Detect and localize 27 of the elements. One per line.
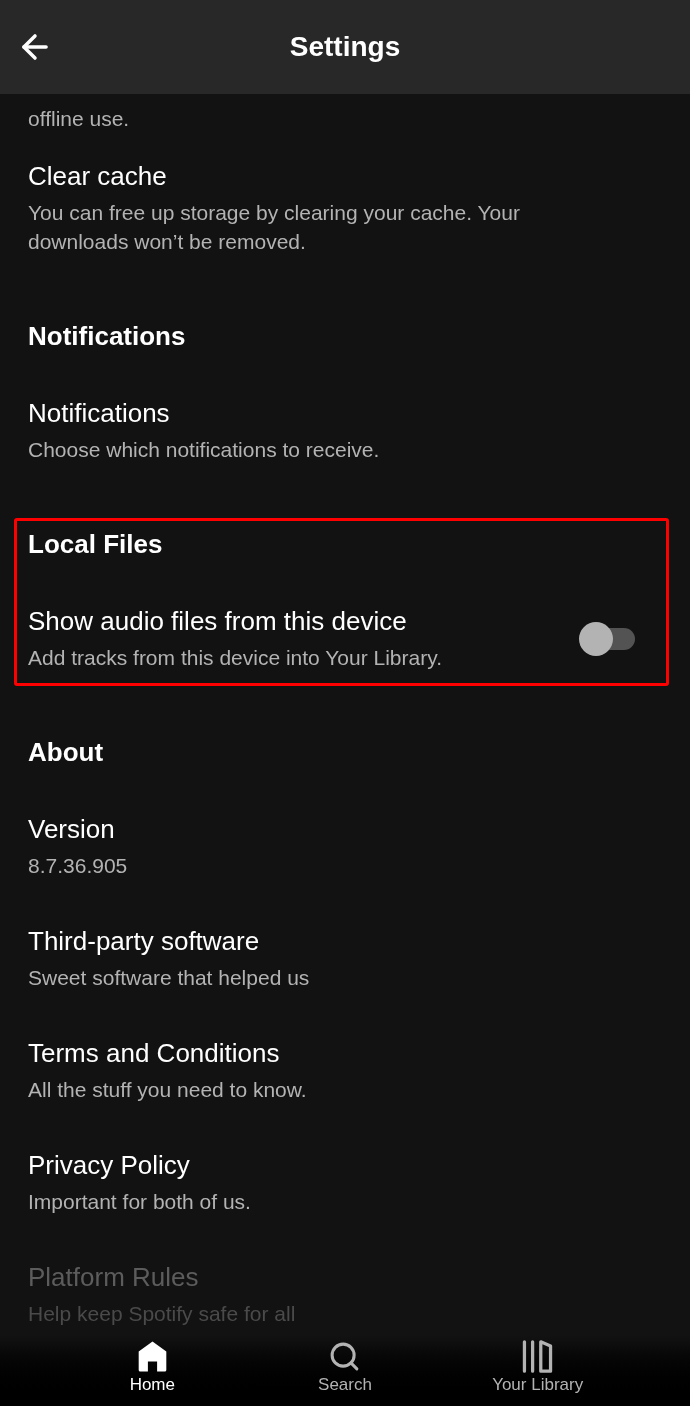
setting-description: Choose which notifications to receive.	[28, 437, 381, 463]
library-icon	[522, 1340, 554, 1373]
nav-tab[interactable]: Search	[248, 1340, 442, 1406]
setting-title: Show audio files from this device	[28, 605, 408, 637]
setting-description: You can free up storage by clearing your cache. Your downloads won’t be removed.	[28, 200, 521, 255]
setting-description: All the stuff you need to know.	[28, 1077, 308, 1103]
section-heading: Notifications	[28, 320, 187, 352]
page-title: Settings	[288, 30, 402, 64]
section-heading: Local Files	[28, 528, 164, 560]
setting-description: Sweet software that helped us	[28, 965, 311, 991]
setting-title: Privacy Policy	[28, 1149, 191, 1181]
setting-title: Version	[28, 813, 116, 845]
setting-title: Clear cache	[28, 160, 168, 192]
setting-description: 8.7.36.905	[28, 853, 129, 879]
setting-description: Add tracks from this device into Your Library.	[28, 645, 442, 671]
section-heading: About	[28, 736, 105, 768]
setting-description: Important for both of us.	[28, 1189, 252, 1215]
home-icon	[136, 1340, 168, 1373]
setting-description: Help keep Spotify safe for all	[28, 1301, 297, 1327]
nav-tab[interactable]: Home	[56, 1340, 249, 1406]
setting-description: offline use.	[28, 106, 131, 132]
nav-tab[interactable]: Your Library	[441, 1340, 634, 1406]
toggle-switch[interactable]	[579, 621, 635, 656]
setting-title: Third-party software	[28, 925, 261, 957]
setting-title: Platform Rules	[28, 1261, 200, 1293]
setting-title: Terms and Conditions	[28, 1037, 281, 1069]
setting-title: Notifications	[28, 397, 171, 429]
